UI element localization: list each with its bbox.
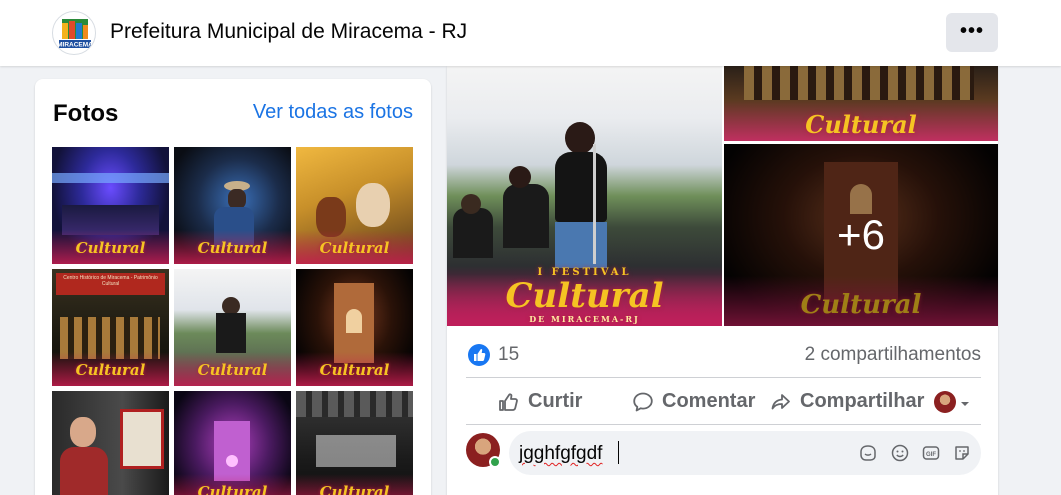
photo-thumbnail[interactable]: Cultural — [296, 391, 413, 495]
festival-city: DE MIRACEMA-RJ — [529, 314, 640, 324]
emoji-icon[interactable] — [890, 443, 910, 463]
photos-card: Fotos Ver todas as fotos Cultural Cultur… — [35, 79, 431, 495]
festival-tag: Cultural — [319, 483, 390, 495]
comment-input[interactable]: jgghfgfgdf GIF — [509, 431, 981, 475]
photo-thumbnail[interactable]: Cultural — [52, 147, 169, 264]
text-cursor — [618, 441, 619, 464]
photo-thumbnail[interactable]: Centro Histórico de Miracema - Patrimôni… — [52, 269, 169, 386]
sticker-icon[interactable] — [952, 443, 972, 463]
ellipsis-icon: ••• — [959, 20, 984, 42]
more-options-button[interactable]: ••• — [946, 13, 998, 52]
post-photo-main[interactable]: I FESTIVAL Cultural DE MIRACEMA-RJ — [447, 66, 722, 326]
like-label: Curtir — [528, 390, 583, 412]
festival-title: Cultural — [505, 276, 664, 316]
share-as-selector[interactable] — [934, 386, 974, 420]
share-icon — [771, 394, 790, 410]
photos-title: Fotos — [53, 100, 119, 127]
divider — [466, 424, 981, 425]
festival-tag: Cultural — [319, 361, 390, 379]
page-header: MIRACEMA Prefeitura Municipal de Miracem… — [0, 0, 1061, 66]
festival-tag: Cultural — [75, 239, 146, 257]
photo-thumbnail[interactable]: Cultural — [296, 269, 413, 386]
like-icon[interactable] — [468, 344, 490, 366]
historic-center-sign: Centro Histórico de Miracema - Patrimôni… — [63, 275, 158, 287]
svg-text:GIF: GIF — [926, 452, 936, 458]
festival-title: Cultural — [805, 110, 917, 139]
avatar — [934, 391, 956, 413]
post-photo-secondary[interactable]: Cultural — [724, 66, 998, 141]
photo-thumbnail[interactable] — [52, 391, 169, 495]
like-button[interactable]: Curtir — [497, 386, 587, 420]
photo-thumbnail[interactable]: Cultural — [174, 269, 291, 386]
share-button[interactable]: Compartilhar — [769, 386, 929, 420]
logo-text: MIRACEMA — [57, 42, 93, 49]
post-card: I FESTIVAL Cultural DE MIRACEMA-RJ Cultu… — [447, 66, 998, 495]
reaction-count[interactable]: 15 — [498, 344, 519, 366]
see-all-photos-link[interactable]: Ver todas as fotos — [253, 101, 413, 124]
thumbs-up-icon — [499, 393, 518, 411]
festival-tag: Cultural — [75, 361, 146, 379]
comment-icon — [633, 392, 653, 412]
photo-thumbnail[interactable]: Cultural — [174, 147, 291, 264]
comment-label: Comentar — [662, 390, 756, 412]
festival-tag: Cultural — [197, 361, 268, 379]
festival-tag: Cultural — [319, 239, 390, 257]
chevron-down-icon — [961, 402, 969, 406]
comment-button[interactable]: Comentar — [631, 386, 761, 420]
reactions-row: 15 2 compartilhamentos — [466, 342, 981, 370]
avatar-sticker-icon[interactable] — [858, 443, 878, 463]
divider — [466, 377, 981, 378]
photo-thumbnail[interactable]: Cultural — [296, 147, 413, 264]
page-logo[interactable]: MIRACEMA — [52, 11, 96, 55]
share-count[interactable]: 2 compartilhamentos — [805, 344, 981, 366]
online-status-icon — [489, 456, 501, 468]
festival-tag: Cultural — [197, 483, 268, 495]
page-title[interactable]: Prefeitura Municipal de Miracema - RJ — [110, 20, 467, 44]
share-label: Compartilhar — [800, 390, 925, 412]
comment-input-value: jgghfgfgdf — [519, 443, 603, 464]
gif-icon[interactable]: GIF — [921, 443, 941, 463]
logo-emblem-icon: MIRACEMA — [57, 19, 93, 49]
photo-thumbnail[interactable]: Cultural — [174, 391, 291, 495]
more-photos-overlay[interactable]: +6 — [724, 144, 998, 326]
post-photo-more[interactable]: Cultural +6 — [724, 144, 998, 326]
festival-tag: Cultural — [197, 239, 268, 257]
